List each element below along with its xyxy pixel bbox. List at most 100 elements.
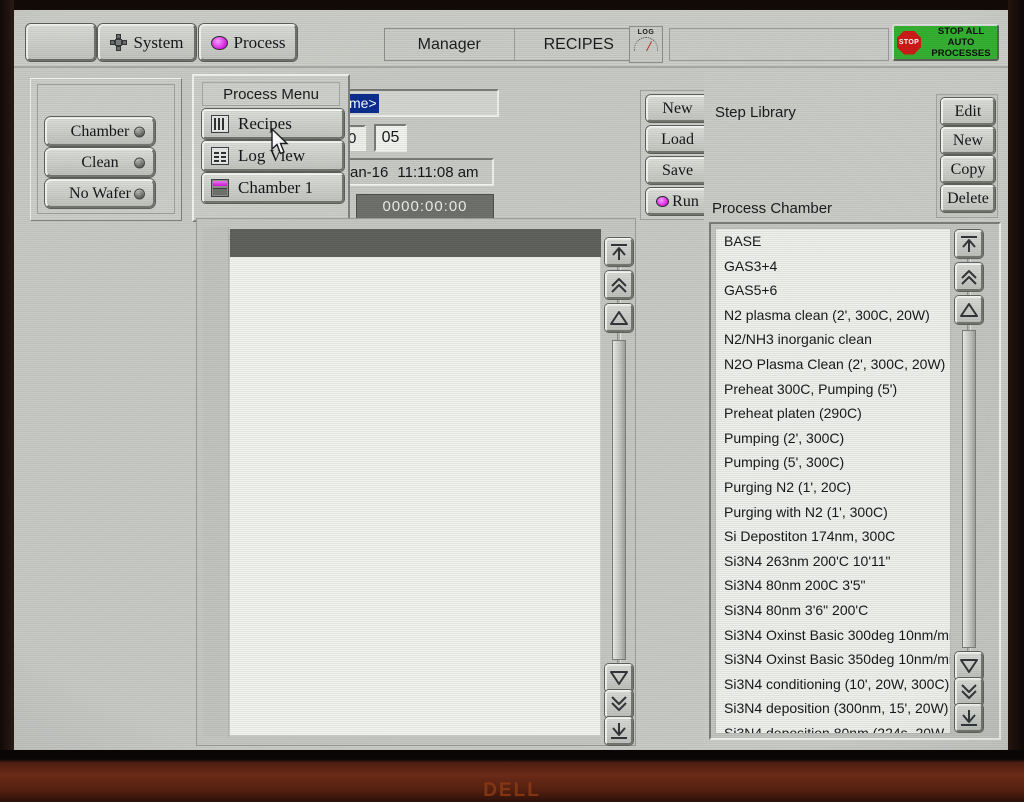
bezel-left-edge — [0, 0, 14, 802]
editor-canvas[interactable] — [230, 257, 601, 736]
recipe-name-value: me> — [347, 94, 379, 113]
step-list-item[interactable]: Pumping (5', 300C) — [716, 450, 950, 475]
gauge-icon — [634, 37, 658, 51]
process-menu-panel: Process Menu Recipes Log View Chamber 1 — [192, 74, 350, 222]
step-list-line-down-button[interactable] — [955, 652, 983, 680]
step-list-item[interactable]: GAS5+6 — [716, 278, 950, 303]
editor-line-down-button[interactable] — [605, 664, 633, 692]
led-icon — [134, 126, 145, 137]
editor-scroll-to-top-button[interactable] — [605, 238, 633, 266]
menu-item-recipes[interactable]: Recipes — [202, 109, 344, 139]
run-recipe-button[interactable]: Run — [646, 188, 709, 215]
step-list-item[interactable]: Si3N4 Oxinst Basic 350deg 10nm/min — [716, 647, 950, 672]
process-button[interactable]: Process — [199, 24, 297, 61]
menu-item-chamber-1-label: Chamber 1 — [238, 178, 313, 198]
bezel-top-edge — [0, 0, 1024, 10]
datetime-display: an-16 11:11:08 am — [344, 158, 494, 186]
step-list-item[interactable]: N2/NH3 inorganic clean — [716, 327, 950, 352]
step-list-page-down-button[interactable] — [955, 678, 983, 706]
step-list-scroll-to-top-button[interactable] — [955, 230, 983, 258]
stop-sign-text: STOP — [899, 39, 919, 46]
run-recipe-label: Run — [672, 193, 699, 211]
recipes-icon — [211, 115, 229, 133]
step-list-item[interactable]: Preheat platen (290C) — [716, 401, 950, 426]
step-list-item[interactable]: Preheat 300C, Pumping (5') — [716, 377, 950, 402]
step-list-scroll-to-bottom-button[interactable] — [955, 704, 983, 732]
clean-status-button[interactable]: Clean — [45, 148, 155, 177]
stop-all-line-2: PROCESSES — [925, 48, 997, 59]
recipe-header-fields: me> 0 05 an-16 11:11:08 am 0000:00:00 — [344, 78, 514, 223]
stop-all-line-1: STOP ALL AUTO — [925, 26, 997, 48]
process-menu-title: Process Menu — [202, 82, 340, 106]
magenta-dot-icon — [656, 196, 669, 207]
step-list-item[interactable]: Purging N2 (1', 20C) — [716, 475, 950, 500]
save-recipe-button[interactable]: Save — [646, 157, 709, 184]
menu-item-log-view-label: Log View — [238, 146, 305, 166]
process-button-label: Process — [234, 33, 286, 53]
blank-toolbar-button[interactable] — [26, 24, 96, 61]
step-list-scrollbar[interactable] — [954, 230, 984, 732]
step-list-item[interactable]: Si3N4 conditioning (10', 20W, 300C) — [716, 672, 950, 697]
recipe-number-field-b[interactable]: 05 — [374, 124, 407, 152]
new-step-button[interactable]: New — [941, 127, 995, 154]
step-list-item[interactable]: Si3N4 deposition (300nm, 15', 20W) — [716, 696, 950, 721]
monitor-screen: System Process Manager RECIPES LOG STOP — [14, 10, 1008, 752]
chamber-status-button[interactable]: Chamber — [45, 117, 155, 146]
editor-page-up-button[interactable] — [605, 271, 633, 299]
stop-all-button-label: STOP ALL AUTO PROCESSES — [925, 26, 997, 59]
step-list-item[interactable]: BASE — [716, 229, 950, 254]
nav-tab-manager[interactable]: Manager — [385, 29, 515, 60]
stop-sign-icon: STOP — [897, 31, 921, 55]
step-list-page-up-button[interactable] — [955, 263, 983, 291]
led-icon — [134, 188, 145, 199]
step-list-item[interactable]: GAS3+4 — [716, 254, 950, 279]
stop-all-auto-processes-button[interactable]: STOP STOP ALL AUTO PROCESSES — [892, 24, 999, 61]
bezel-right-edge — [1008, 0, 1024, 802]
edit-step-button[interactable]: Edit — [941, 98, 995, 125]
menu-item-recipes-label: Recipes — [238, 114, 292, 134]
system-nodes-icon — [110, 34, 127, 51]
step-list-item[interactable]: Si3N4 263nm 200'C 10'11" — [716, 549, 950, 574]
recipe-name-input[interactable]: me> — [344, 89, 499, 117]
status-panel: Chamber Clean No Wafer — [30, 78, 182, 221]
led-icon — [134, 157, 145, 168]
datetime-date: an-16 — [350, 164, 388, 181]
step-list-item[interactable]: Si3N4 80nm 200C 3'5" — [716, 573, 950, 598]
step-list[interactable]: BASEGAS3+4GAS5+6N2 plasma clean (2', 300… — [715, 228, 951, 734]
no-wafer-status-button[interactable]: No Wafer — [45, 179, 155, 208]
logview-icon — [211, 147, 229, 165]
system-button[interactable]: System — [98, 24, 196, 61]
step-list-item[interactable]: Purging with N2 (1', 300C) — [716, 500, 950, 525]
delete-step-button[interactable]: Delete — [941, 185, 995, 212]
menu-item-log-view[interactable]: Log View — [202, 141, 344, 171]
chamber-status-label: Chamber — [71, 123, 130, 141]
step-list-item[interactable]: Pumping (2', 300C) — [716, 426, 950, 451]
clean-status-label: Clean — [81, 154, 118, 172]
editor-line-up-button[interactable] — [605, 304, 633, 332]
step-library-actions: Edit New Copy Delete — [936, 94, 998, 218]
step-list-item[interactable]: N2O Plasma Clean (2', 300C, 20W) — [716, 352, 950, 377]
step-list-scrollbar-thumb[interactable] — [962, 330, 976, 648]
new-recipe-button[interactable]: New — [646, 95, 709, 122]
menu-item-chamber-1[interactable]: Chamber 1 — [202, 173, 344, 203]
editor-scroll-to-bottom-button[interactable] — [605, 717, 633, 745]
log-button[interactable]: LOG — [629, 26, 663, 63]
load-recipe-button[interactable]: Load — [646, 126, 709, 153]
step-list-item[interactable]: Si3N4 Oxinst Basic 300deg 10nm/min — [716, 623, 950, 648]
recipe-editor-panel: × — [196, 218, 636, 746]
step-list-item[interactable]: Si3N4 80nm 3'6" 200'C — [716, 598, 950, 623]
copy-step-button[interactable]: Copy — [941, 156, 995, 183]
datetime-time: 11:11:08 am — [397, 164, 478, 181]
step-list-line-up-button[interactable] — [955, 296, 983, 324]
step-list-item[interactable]: Si3N4 deposition 80nm (224s, 20W, 300C — [716, 721, 950, 734]
editor-scrollbar-thumb[interactable] — [612, 340, 626, 660]
no-wafer-status-label: No Wafer — [69, 185, 131, 203]
step-list-item[interactable]: N2 plasma clean (2', 300C, 20W) — [716, 303, 950, 328]
step-library-label: Step Library — [715, 104, 796, 121]
page-nav-group: Manager RECIPES — [384, 28, 644, 61]
editor-scrollbar[interactable] — [604, 238, 634, 746]
step-list-item[interactable]: Si Depostiton 174nm, 300C — [716, 524, 950, 549]
chamber-icon — [211, 179, 229, 197]
editor-column-header — [230, 229, 601, 257]
editor-page-down-button[interactable] — [605, 690, 633, 718]
